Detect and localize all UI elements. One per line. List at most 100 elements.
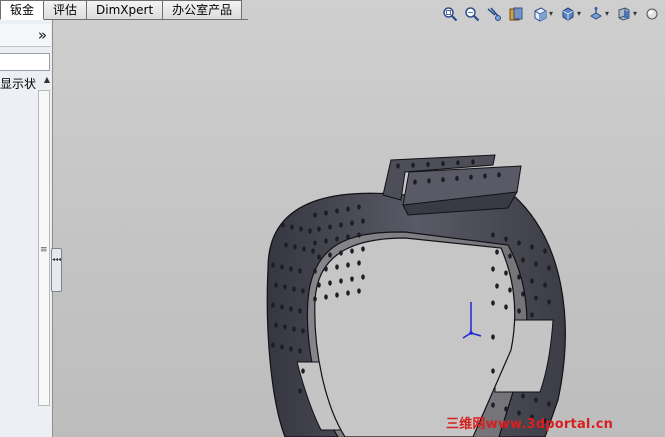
feature-filter-input[interactable] (0, 53, 50, 71)
perforation-hole (328, 280, 332, 286)
perforation-hole (350, 248, 354, 254)
perforation-hole (317, 282, 321, 288)
perforation-hole (292, 286, 296, 292)
perforation-hole (350, 276, 354, 282)
perforation-hole (324, 238, 328, 244)
perforation-hole (293, 244, 297, 250)
perforation-hole (324, 210, 328, 216)
perforation-hole (517, 240, 521, 246)
perforation-hole (530, 278, 534, 284)
perforation-hole (396, 163, 400, 169)
perforation-hole (504, 406, 508, 412)
perforation-hole (441, 177, 445, 183)
perforation-hole (426, 161, 430, 167)
perforation-hole (328, 252, 332, 258)
perforation-hole (361, 218, 365, 224)
perforation-hole (521, 257, 525, 263)
perforation-hole (504, 304, 508, 310)
perforation-hole (543, 248, 547, 254)
perforation-hole (508, 287, 512, 293)
perforation-hole (308, 228, 312, 234)
perforation-hole (517, 308, 521, 314)
perforation-hole (411, 162, 415, 168)
command-manager-tabs: 钣金 评估 DimXpert 办公室产品 (0, 0, 243, 20)
perforation-hole (455, 175, 459, 181)
perforation-hole (504, 270, 508, 276)
perforation-hole (311, 248, 315, 254)
expand-chevron-icon: » (37, 26, 47, 44)
band-center-opening (314, 237, 516, 437)
perforation-hole (357, 204, 361, 210)
pane-collapse-handle[interactable]: ◂◂◂ (51, 248, 62, 292)
perforation-hole (413, 179, 417, 185)
perforation-hole (495, 249, 499, 255)
perforation-hole (301, 288, 305, 294)
perforation-hole (530, 312, 534, 318)
perforation-hole (339, 222, 343, 228)
perforation-hole (283, 284, 287, 290)
perforation-hole (324, 294, 328, 300)
perforation-hole (302, 246, 306, 252)
tab-sheet-metal[interactable]: 钣金 (0, 0, 45, 20)
perforation-hole (289, 266, 293, 272)
scroll-up-arrow-icon[interactable]: ▲ (44, 75, 50, 84)
clamp-band-model[interactable] (53, 0, 665, 437)
perforation-hole (328, 224, 332, 230)
perforation-hole (301, 328, 305, 334)
perforation-hole (534, 261, 538, 267)
tab-office-products[interactable]: 办公室产品 (163, 0, 243, 20)
graphics-viewport[interactable]: ▾ ▾ ▾ ▾ 三维网www.3dportal.cn (53, 0, 665, 437)
tab-dimxpert[interactable]: DimXpert (87, 0, 164, 20)
perforation-hole (289, 306, 293, 312)
perforation-hole (298, 388, 302, 394)
perforation-hole (471, 159, 475, 165)
perforation-hole (299, 226, 303, 232)
perforation-hole (274, 322, 278, 328)
perforation-hole (530, 244, 534, 250)
perforation-hole (280, 264, 284, 270)
perforation-hole (361, 246, 365, 252)
perforation-hole (427, 178, 431, 184)
perforation-hole (357, 260, 361, 266)
perforation-hole (497, 172, 501, 178)
expand-pane-button[interactable]: » (0, 24, 51, 47)
perforation-hole (335, 292, 339, 298)
tab-evaluate[interactable]: 评估 (44, 0, 88, 20)
perforation-hole (456, 160, 460, 166)
perforation-hole (346, 234, 350, 240)
perforation-hole (292, 326, 296, 332)
perforation-hole (491, 334, 495, 340)
perforation-hole (534, 295, 538, 301)
watermark-text: 三维网www.3dportal.cn (446, 417, 614, 432)
scrollbar-grip-icon: ≡ (40, 245, 48, 255)
perforation-hole (284, 242, 288, 248)
perforation-hole (491, 232, 495, 238)
perforation-hole (357, 232, 361, 238)
perforation-hole (350, 220, 354, 226)
perforation-hole (469, 174, 473, 180)
display-state-tree-item[interactable]: 显示状 (0, 75, 36, 92)
perforation-hole (339, 278, 343, 284)
perforation-hole (508, 253, 512, 259)
perforation-hole (547, 299, 551, 305)
perforation-hole (313, 268, 317, 274)
perforation-hole (274, 282, 278, 288)
perforation-hole (271, 342, 275, 348)
perforation-hole (313, 296, 317, 302)
perforation-hole (483, 173, 487, 179)
perforation-hole (298, 268, 302, 274)
perforation-hole (324, 266, 328, 272)
perforation-hole (346, 206, 350, 212)
perforation-hole (339, 250, 343, 256)
perforation-hole (289, 346, 293, 352)
perforation-hole (298, 348, 302, 354)
feature-manager-pane: » 显示状 ▲ ≡ (0, 20, 53, 437)
perforation-hole (313, 212, 317, 218)
perforation-hole (271, 262, 275, 268)
perforation-hole (335, 264, 339, 270)
perforation-hole (543, 282, 547, 288)
perforation-hole (301, 368, 305, 374)
perforation-hole (290, 224, 294, 230)
perforation-hole (491, 368, 495, 374)
perforation-hole (491, 266, 495, 272)
